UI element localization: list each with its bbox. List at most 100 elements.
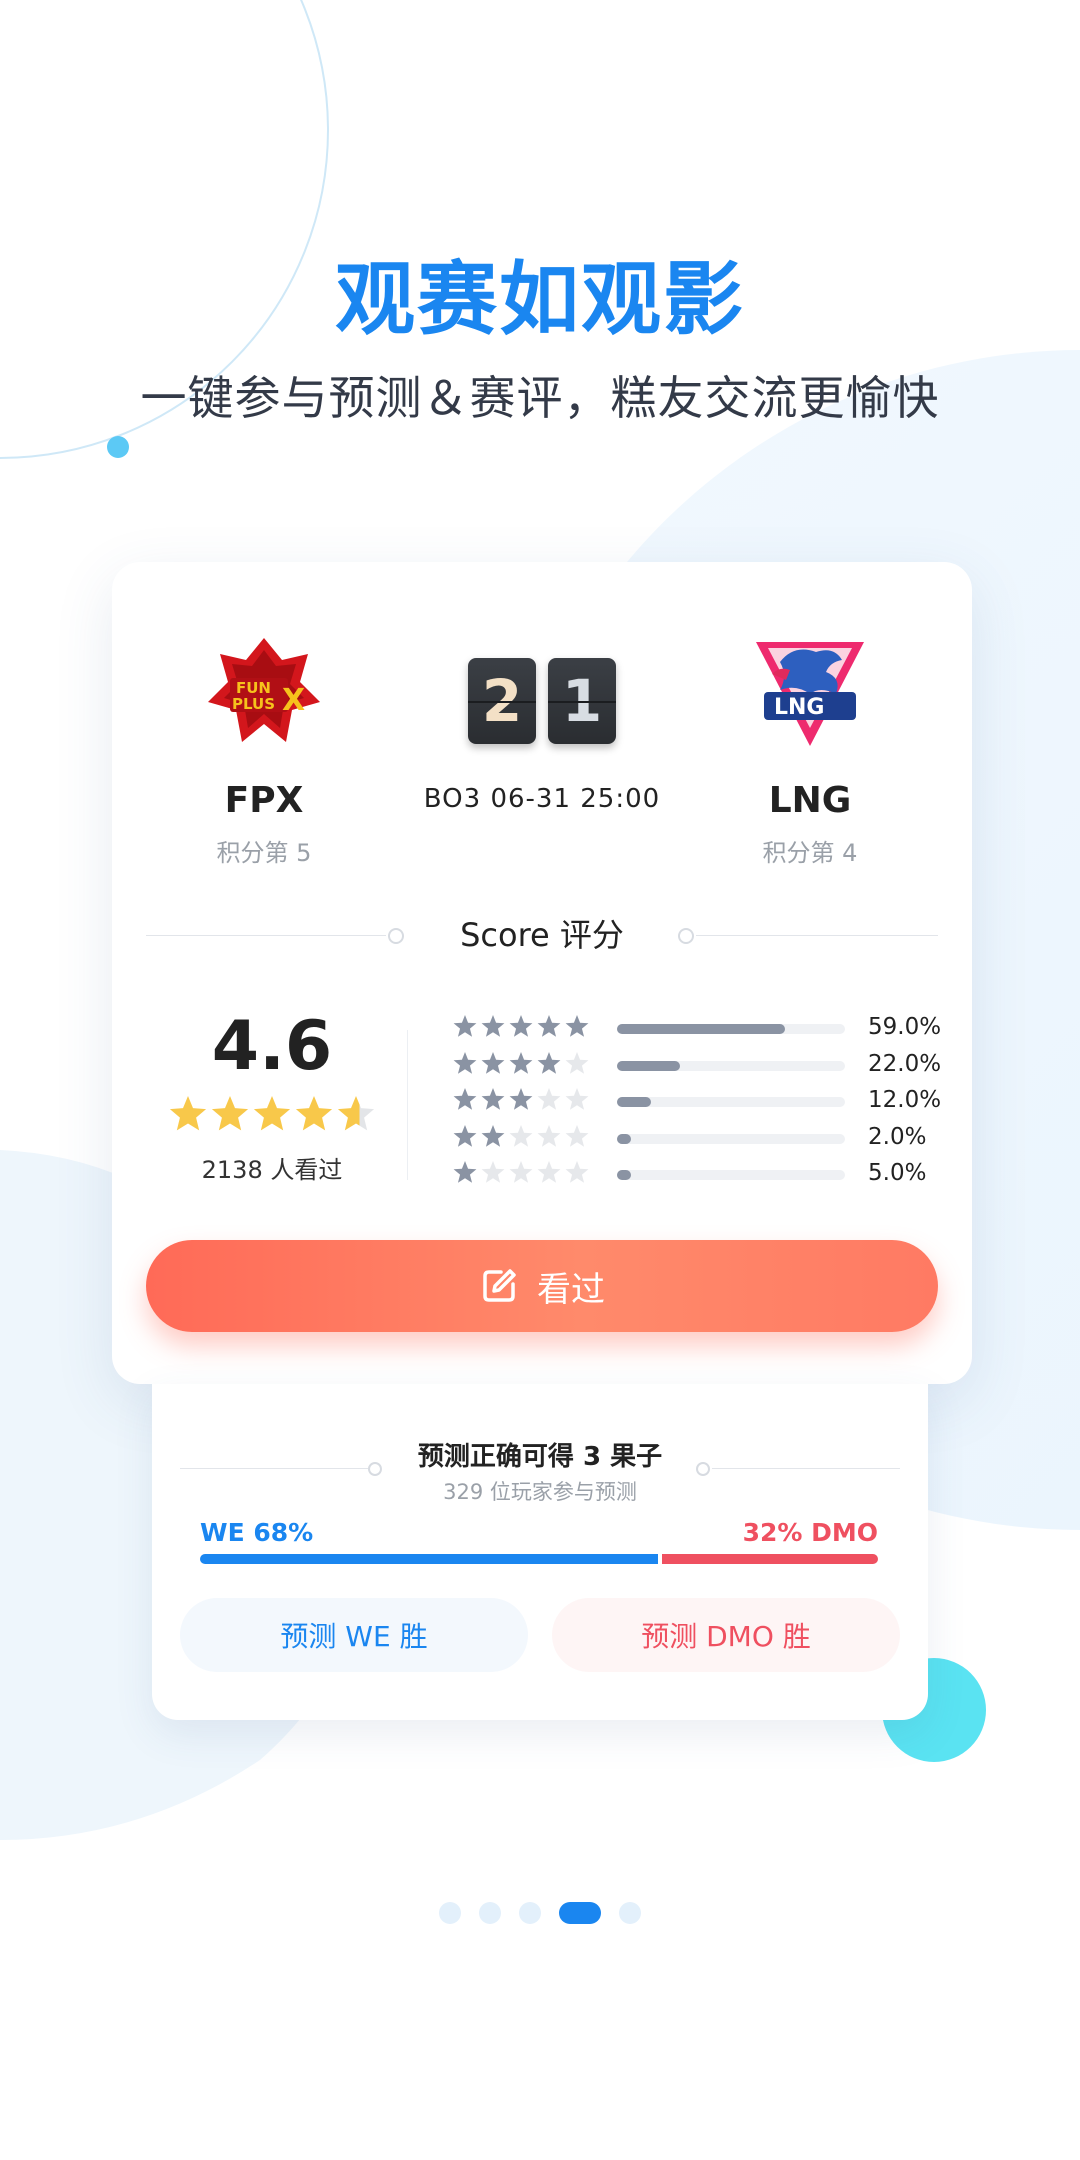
star-icon [509, 1088, 533, 1110]
rating-distribution-row: 5.0% [452, 1156, 932, 1193]
match-card: FUN PLUS X FPX 积分第 5 2 1 BO3 06-31 25:00… [112, 562, 972, 1384]
rating-distribution: 59.0% 22.0% 12.0% 2.0% 5.0% [452, 1010, 941, 1193]
page-dot[interactable] [439, 1902, 461, 1924]
divider-dot [696, 1462, 710, 1476]
distribution-bar-fill [617, 1060, 680, 1071]
star-icon [565, 1161, 589, 1183]
star-icon [537, 1051, 561, 1074]
home-team-name: FPX [224, 780, 304, 821]
distribution-percent: 12.0% [868, 1087, 942, 1113]
page-subtitle: 一键参与预测＆赛评，糕友交流更愉快 [140, 371, 940, 425]
star-icon [509, 1015, 533, 1037]
star-icon [509, 1161, 533, 1183]
rating-distribution-row: 22.0% [452, 1047, 941, 1084]
distribution-stars [453, 1051, 589, 1074]
star-icon [509, 1124, 533, 1147]
star-icon [453, 1088, 477, 1110]
svg-text:LNG: LNG [774, 695, 825, 720]
star-icon [537, 1124, 561, 1147]
we-percent-label: WE 68% [200, 1518, 314, 1547]
page-indicator [0, 1902, 1080, 1924]
distribution-bar-track [617, 1097, 845, 1107]
star-icon [537, 1088, 561, 1110]
rating-distribution-row: 12.0% [452, 1083, 941, 1120]
distribution-stars [453, 1015, 589, 1037]
predict-we-button[interactable]: 预测 WE 胜 [180, 1598, 528, 1672]
star-icon [565, 1051, 589, 1074]
rating-stars [169, 1096, 375, 1131]
distribution-bar-fill [617, 1133, 631, 1144]
page-dot[interactable] [619, 1902, 641, 1924]
watched-button[interactable]: 看过 [146, 1240, 938, 1332]
rating-value: 4.6 [211, 1007, 333, 1086]
rating-star-icon [211, 1096, 249, 1131]
home-score: 2 [468, 658, 536, 744]
prediction-subtitle: 329 位玩家参与预测 [443, 1480, 637, 1504]
star-icon [565, 1088, 589, 1110]
star-icon [481, 1088, 505, 1110]
distribution-percent: 2.0% [868, 1123, 927, 1150]
star-icon [537, 1161, 561, 1183]
distribution-percent: 5.0% [868, 1160, 927, 1186]
fpx-logo-icon: FUN PLUS X [208, 638, 320, 742]
rating-star-icon [337, 1096, 375, 1131]
svg-text:PLUS: PLUS [232, 695, 275, 713]
distribution-bar-fill [617, 1024, 786, 1034]
svg-text:X: X [282, 683, 305, 718]
prediction-card: 预测正确可得 3 果子 329 位玩家参与预测 WE 68% 32% DMO 预… [152, 1384, 928, 1720]
star-icon [453, 1124, 477, 1147]
page-dot[interactable] [479, 1902, 501, 1924]
home-team[interactable]: FUN PLUS X FPX 积分第 5 [134, 632, 394, 868]
star-icon [453, 1015, 477, 1037]
page-title: 观赛如观影 [335, 253, 745, 346]
divider-line [712, 1468, 900, 1469]
page-dot[interactable] [559, 1902, 601, 1924]
dmo-percent-label: 32% DMO [742, 1518, 878, 1547]
scoreboard: 2 1 [467, 658, 617, 748]
distribution-bar-track [617, 1170, 845, 1180]
distribution-stars [453, 1161, 589, 1183]
dmo-bar [662, 1554, 878, 1564]
rating-star-icon [169, 1096, 207, 1131]
divider-dot [678, 928, 694, 944]
distribution-percent: 59.0% [868, 1014, 942, 1040]
star-icon [453, 1161, 477, 1183]
away-team[interactable]: LNG LNG 积分第 4 [680, 632, 940, 868]
rating-star-icon [253, 1096, 291, 1131]
we-bar [200, 1554, 659, 1564]
star-icon [537, 1015, 561, 1037]
distribution-stars [453, 1124, 589, 1147]
home-team-rank: 积分第 5 [216, 839, 312, 867]
star-icon [481, 1015, 505, 1037]
distribution-bar-track [617, 1133, 845, 1144]
score-section-header: Score 评分 [146, 910, 938, 960]
match-info: BO3 06-31 25:00 [423, 784, 661, 814]
star-icon [453, 1051, 477, 1074]
distribution-bar-track [617, 1060, 845, 1071]
away-team-rank: 积分第 4 [762, 839, 858, 867]
away-team-name: LNG [768, 780, 852, 821]
star-icon [509, 1051, 533, 1074]
distribution-bar-fill [617, 1170, 632, 1180]
rating-distribution-row: 59.0% [452, 1010, 941, 1047]
edit-icon [483, 1269, 516, 1302]
lng-logo-icon: LNG [756, 642, 864, 746]
star-icon [481, 1051, 505, 1074]
distribution-percent: 22.0% [868, 1050, 942, 1077]
distribution-stars [453, 1088, 589, 1110]
divider-line [696, 935, 938, 936]
vertical-divider [407, 1030, 408, 1180]
prediction-bar [200, 1554, 878, 1564]
page-dot[interactable] [519, 1902, 541, 1924]
rating-count: 2138 人看过 [201, 1156, 343, 1184]
predict-dmo-button[interactable]: 预测 DMO 胜 [552, 1598, 900, 1672]
rating-summary: 4.6 2138 人看过 [162, 1007, 382, 1185]
star-icon [565, 1124, 589, 1147]
rating-star-icon [295, 1096, 333, 1131]
rating-distribution-row: 2.0% [452, 1120, 932, 1157]
star-icon [481, 1161, 505, 1183]
away-score: 1 [548, 658, 616, 744]
watched-button-label: 看过 [537, 1269, 605, 1310]
star-icon [481, 1124, 505, 1147]
distribution-bar-fill [617, 1097, 652, 1107]
